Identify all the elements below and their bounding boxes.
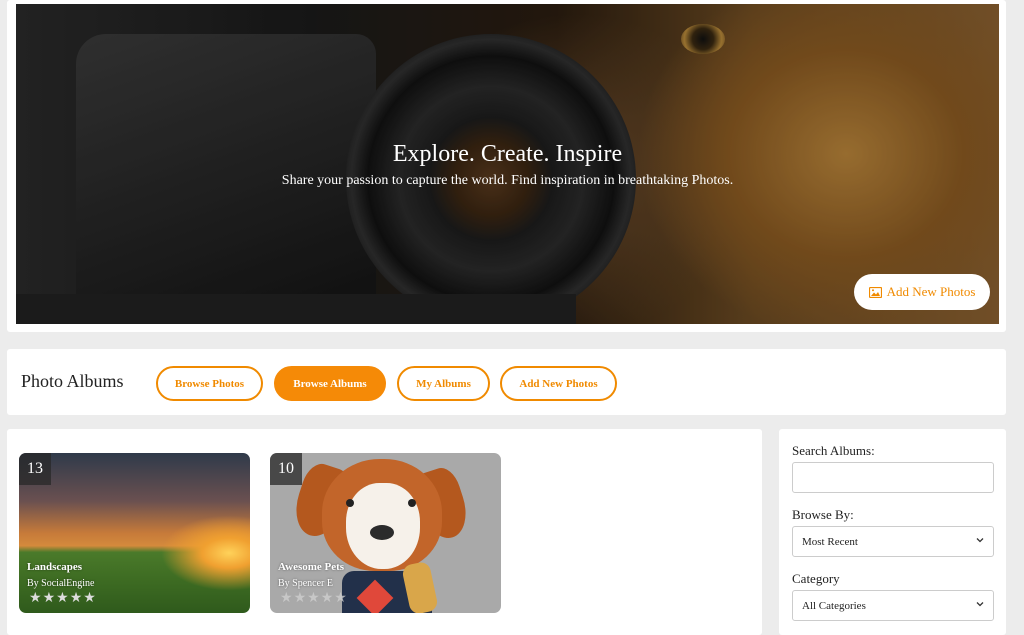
browse-by-label: Browse By: [792, 507, 854, 522]
star-rating[interactable]: ★★★★★ [29, 590, 97, 607]
search-sidebar: Search Albums: Browse By: Most Recent Ca… [779, 429, 1006, 635]
dog-eye-graphic [408, 499, 416, 507]
albums-nav-bar: Photo Albums Browse Photos Browse Albums… [7, 349, 1006, 415]
tab-add-new-photos[interactable]: Add New Photos [500, 366, 617, 401]
album-card-landscapes[interactable]: 13 Landscapes By SocialEngine ★★★★★ [19, 453, 250, 613]
chevron-down-icon [976, 538, 984, 543]
star-icon[interactable]: ★ [43, 591, 57, 606]
browse-by-select[interactable]: Most Recent [792, 526, 994, 557]
tab-browse-photos[interactable]: Browse Photos [156, 366, 263, 401]
chevron-down-icon [976, 602, 984, 607]
search-albums-label: Search Albums: [792, 443, 875, 458]
hero-add-new-photos-label: Add New Photos [886, 284, 976, 299]
star-rating[interactable]: ★★★★★ [280, 590, 348, 607]
hero-banner-image: Explore. Create. Inspire Share your pass… [16, 4, 999, 324]
page-title: Photo Albums [21, 371, 124, 391]
star-icon[interactable]: ★ [29, 591, 43, 606]
hero-subtitle: Share your passion to capture the world.… [281, 173, 734, 188]
category-select[interactable]: All Categories [792, 590, 994, 621]
hero-card: Explore. Create. Inspire Share your pass… [7, 0, 1006, 332]
album-card-awesome-pets[interactable]: 10 Awesome Pets By Spencer E ★★★★★ [270, 453, 501, 613]
photo-count-badge: 13 [19, 453, 51, 485]
tab-my-albums[interactable]: My Albums [397, 366, 490, 401]
star-icon[interactable]: ★ [334, 591, 348, 606]
star-icon[interactable]: ★ [307, 591, 321, 606]
browse-by-value: Most Recent [802, 535, 858, 548]
hero-title: Explore. Create. Inspire [392, 141, 623, 167]
tab-browse-albums[interactable]: Browse Albums [274, 366, 386, 401]
hero-add-new-photos-button[interactable]: Add New Photos [854, 274, 990, 310]
category-label: Category [792, 571, 840, 586]
star-icon[interactable]: ★ [294, 591, 308, 606]
star-icon[interactable]: ★ [56, 591, 70, 606]
album-title[interactable]: Awesome Pets [278, 561, 344, 573]
star-icon[interactable]: ★ [70, 591, 84, 606]
search-albums-input[interactable] [792, 462, 994, 493]
albums-grid: 13 Landscapes By SocialEngine ★★★★★ 10 A… [7, 429, 762, 635]
dog-nose-graphic [370, 525, 394, 540]
image-icon [868, 286, 882, 298]
star-icon[interactable]: ★ [280, 591, 294, 606]
album-owner[interactable]: By Spencer E [278, 578, 333, 589]
album-owner[interactable]: By SocialEngine [27, 578, 95, 589]
star-icon[interactable]: ★ [321, 591, 335, 606]
category-value: All Categories [802, 599, 866, 612]
star-icon[interactable]: ★ [83, 591, 97, 606]
album-title[interactable]: Landscapes [27, 561, 82, 573]
photo-count-badge: 10 [270, 453, 302, 485]
dog-eye-graphic [346, 499, 354, 507]
